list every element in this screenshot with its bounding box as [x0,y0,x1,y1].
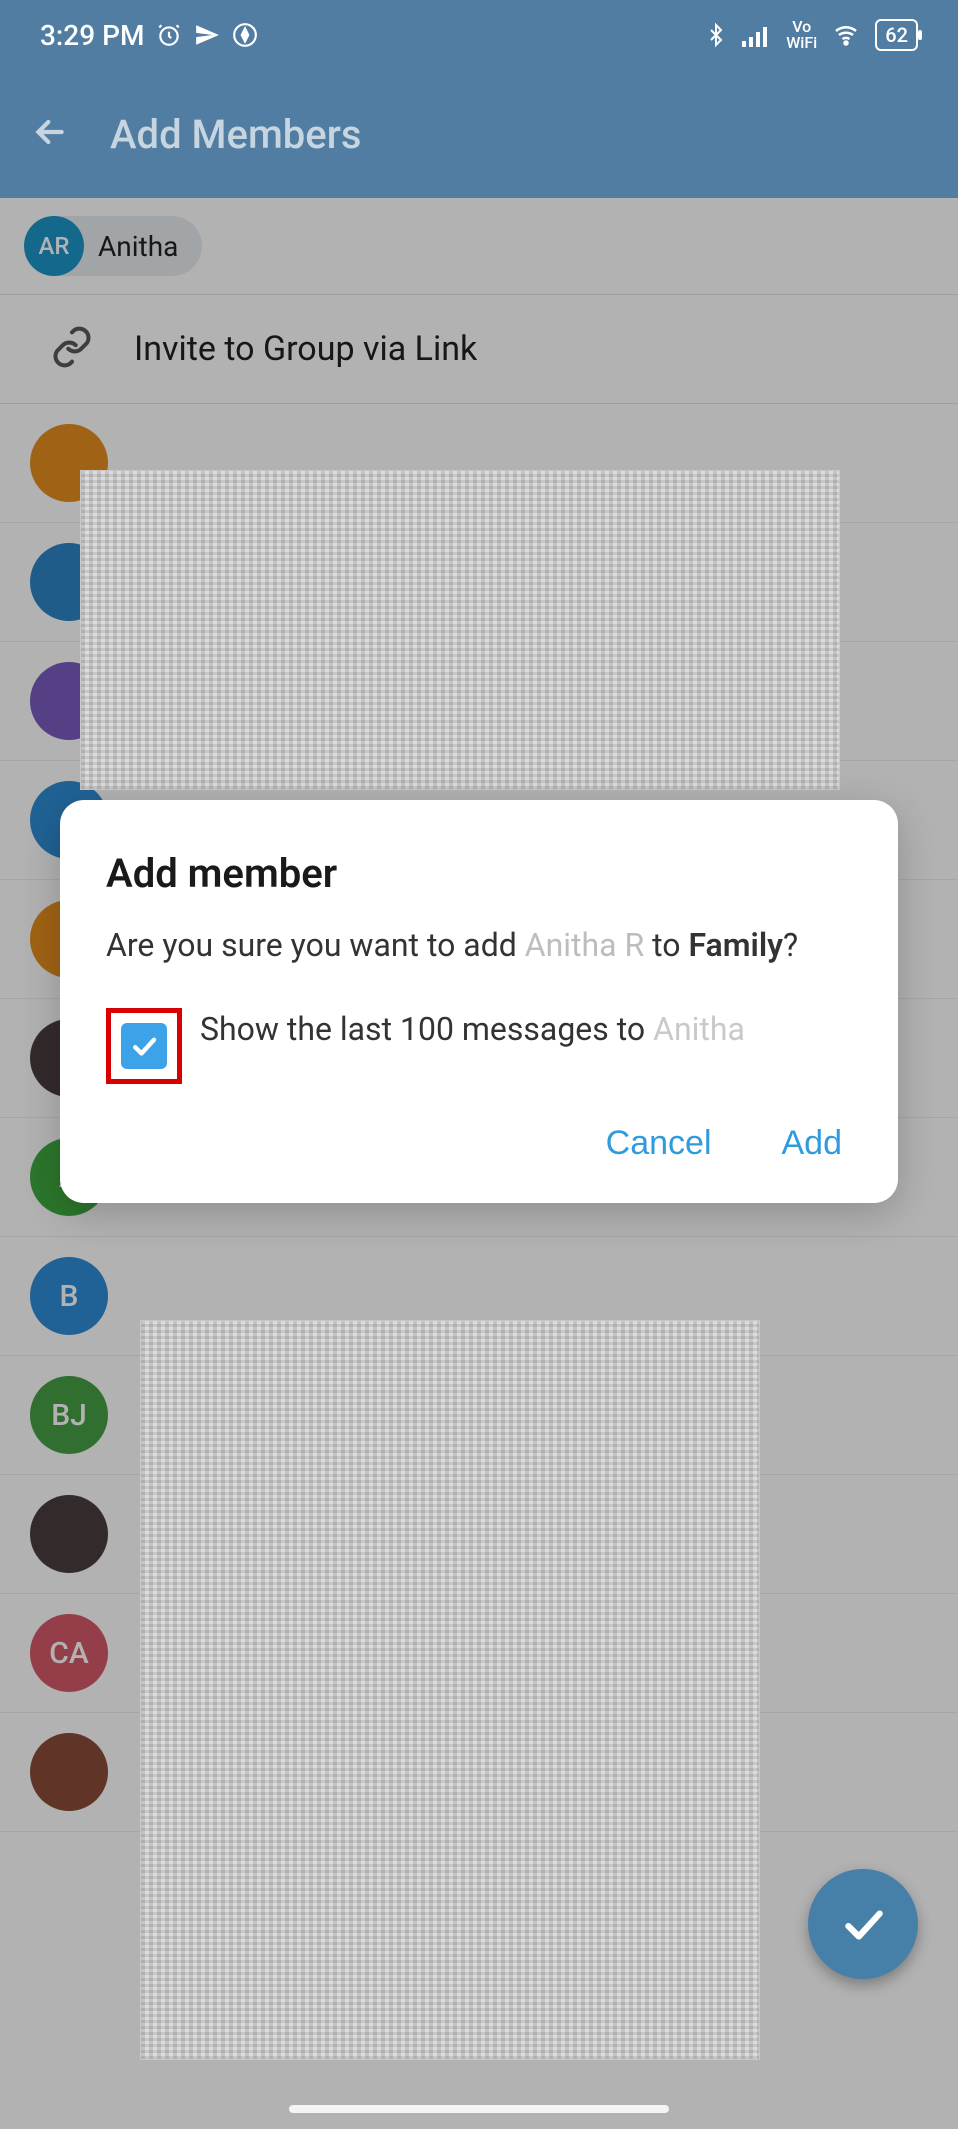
dialog-msg-member: Anitha R [525,926,644,964]
check-text-member: Anitha [653,1010,745,1048]
show-history-row: Show the last 100 messages to Anitha [106,1008,852,1084]
dialog-title: Add member [106,850,852,897]
bluetooth-icon [704,21,728,49]
app-header: Add Members [0,70,958,198]
redacted-region [140,1320,760,2060]
signal-icon [742,23,772,47]
add-member-dialog: Add member Are you sure you want to add … [60,800,898,1203]
nav-indicator [289,2105,669,2113]
status-time: 3:29 PM [40,19,144,52]
status-bar: 3:29 PM Vo WiFi 62 [0,0,958,70]
dialog-message: Are you sure you want to add Anitha R to… [106,923,852,968]
cancel-button[interactable]: Cancel [606,1124,712,1163]
checkbox-highlight [106,1008,182,1084]
vowifi-label: Vo WiFi [786,19,817,51]
redacted-region [80,470,840,790]
wifi-icon [831,23,861,47]
check-text-prefix: Show the last 100 messages to [200,1010,653,1048]
status-right: Vo WiFi 62 [704,19,918,51]
status-left: 3:29 PM [40,19,258,52]
alarm-icon [156,22,182,48]
dialog-msg-q: ? [783,926,798,964]
battery-indicator: 62 [875,19,918,51]
confirm-fab[interactable] [808,1869,918,1979]
compass-icon [232,22,258,48]
show-history-checkbox[interactable] [121,1023,167,1069]
dialog-msg-prefix: Are you sure you want to add [106,926,525,964]
dialog-msg-group: Family [688,926,783,964]
dialog-actions: Cancel Add [106,1124,852,1163]
page-title: Add Members [110,111,361,158]
send-icon [194,22,220,48]
dialog-msg-to: to [644,926,688,964]
add-button[interactable]: Add [782,1124,843,1163]
show-history-label: Show the last 100 messages to Anitha [200,1008,745,1051]
back-button[interactable] [30,112,70,156]
